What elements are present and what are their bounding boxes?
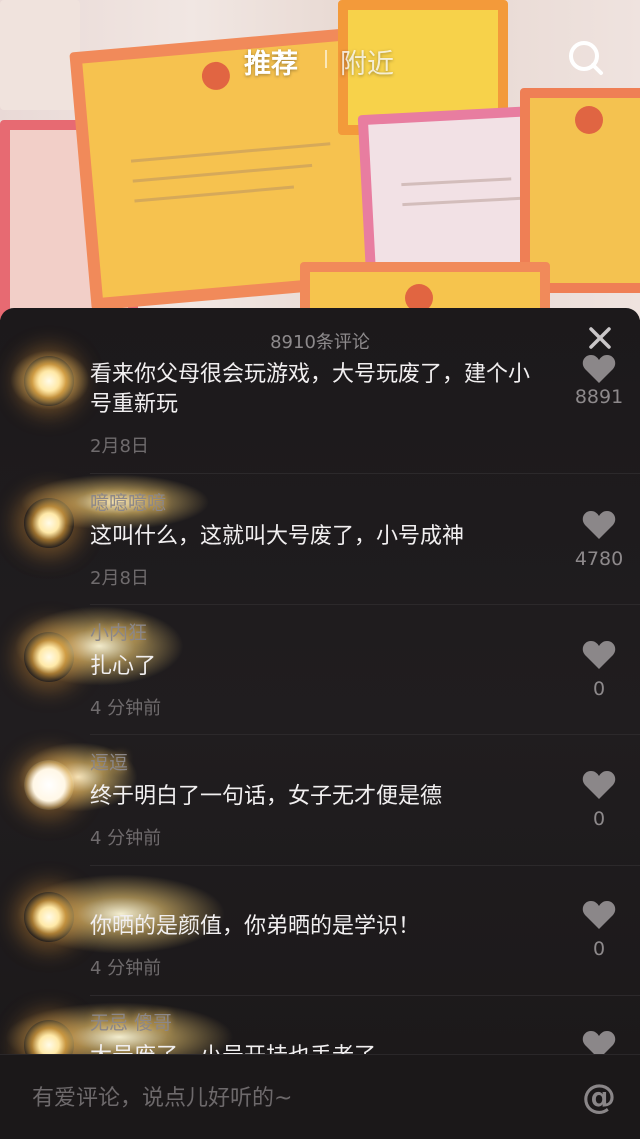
search-icon <box>569 41 603 75</box>
comment-input[interactable] <box>30 1075 554 1121</box>
certificate-line <box>132 163 313 183</box>
comment-divider <box>90 604 640 605</box>
comment-text: 终于明白了一句话，女子无才便是德 <box>90 784 443 809</box>
comment-item[interactable]: 逗逗 终于明白了一句话，女子无才便是德 4 分钟前 0 <box>0 742 640 878</box>
comment-input-bar: @ <box>0 1054 640 1139</box>
tab-nearby[interactable]: 附近 <box>340 42 394 81</box>
comment-item[interactable]: 小内狂 扎心了 4 分钟前 0 <box>0 606 640 748</box>
comment-divider <box>90 734 640 735</box>
comment-divider <box>90 995 640 996</box>
comment-item[interactable]: 看来你父母很会玩游戏，大号玩废了，建个小号重新玩 2月8日 8891 <box>0 350 640 486</box>
like-count: 4780 <box>574 548 624 570</box>
close-icon <box>589 327 611 349</box>
avatar[interactable] <box>24 632 74 682</box>
comment-text: 你晒的是颜值，你弟晒的是学识！ <box>90 914 421 939</box>
avatar[interactable] <box>24 760 74 810</box>
comment-divider <box>90 473 640 474</box>
comment-username[interactable]: 噫噫噫噫 <box>90 488 166 515</box>
comment-text: 这叫什么，这就叫大号废了，小号成神 <box>90 524 465 549</box>
comment-username[interactable]: 无忌 傻哥 <box>90 1008 172 1035</box>
comment-time: 4 分钟前 <box>90 698 162 719</box>
like-count: 0 <box>592 808 606 830</box>
comment-text: 扎心了 <box>90 654 157 679</box>
comment-item[interactable]: 你晒的是颜值，你弟晒的是学识！ 4 分钟前 0 <box>0 874 640 1008</box>
certificate-line <box>402 196 523 207</box>
tab-recommend[interactable]: 推荐 <box>244 42 298 81</box>
comment-text: 看来你父母很会玩游戏，大号玩废了，建个小号重新玩 <box>90 362 531 417</box>
heart-icon[interactable] <box>582 770 616 800</box>
comment-time: 4 分钟前 <box>90 958 162 979</box>
comment-username[interactable]: 小内狂 <box>90 618 147 645</box>
avatar[interactable] <box>24 892 74 942</box>
mention-at-icon[interactable]: @ <box>582 1077 616 1117</box>
tab-divider <box>325 50 327 68</box>
comment-time: 2月8日 <box>90 436 149 457</box>
heart-icon[interactable] <box>582 640 616 670</box>
like-count: 8891 <box>574 386 624 408</box>
close-button[interactable] <box>586 324 614 352</box>
comment-username[interactable]: 逗逗 <box>90 748 128 775</box>
comment-time: 2月8日 <box>90 568 149 589</box>
certificate-line <box>401 177 512 187</box>
heart-icon[interactable] <box>582 900 616 930</box>
heart-icon[interactable] <box>582 510 616 540</box>
certificate-line <box>134 185 295 203</box>
heart-icon[interactable] <box>582 354 616 384</box>
like-count: 0 <box>592 678 606 700</box>
avatar[interactable] <box>24 498 74 548</box>
search-button[interactable] <box>566 38 606 78</box>
comments-count-title: 8910条评论 <box>270 332 370 353</box>
comment-time: 4 分钟前 <box>90 828 162 849</box>
comment-divider <box>90 865 640 866</box>
avatar[interactable] <box>24 356 74 406</box>
comment-item[interactable]: 噫噫噫噫 这叫什么，这就叫大号废了，小号成神 2月8日 4780 <box>0 474 640 618</box>
comments-panel: 8910条评论 看来你父母很会玩游戏，大号玩废了，建个小号重新玩 2月8日 88… <box>0 308 640 1138</box>
certificate-seal <box>575 106 603 134</box>
like-count: 0 <box>592 938 606 960</box>
certificate-line <box>130 142 331 163</box>
top-navigation: 推荐 附近 <box>0 38 640 82</box>
